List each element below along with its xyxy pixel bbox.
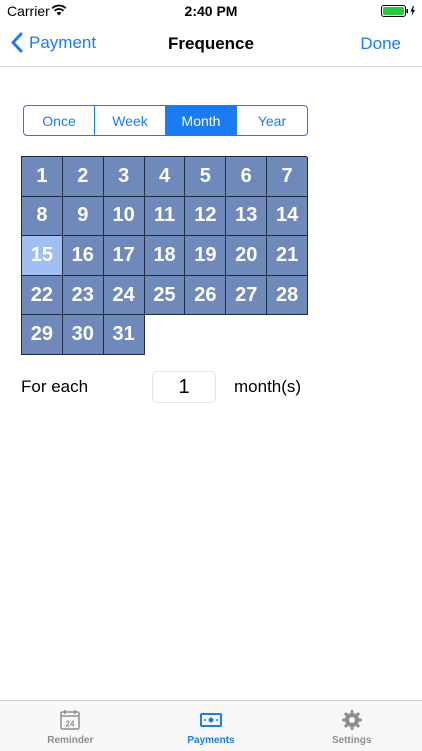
day-cell-15[interactable]: 15 xyxy=(22,236,63,276)
tab-label-reminder: Reminder xyxy=(47,735,94,746)
day-cell-1[interactable]: 1 xyxy=(22,157,63,197)
day-cell-31[interactable]: 31 xyxy=(103,315,145,355)
interval-prefix-label: For each xyxy=(21,377,89,396)
interval-unit-label: month(s) xyxy=(234,377,302,396)
day-cell-7[interactable]: 7 xyxy=(267,157,309,197)
day-cell-10[interactable]: 10 xyxy=(103,196,145,237)
day-cell-2[interactable]: 2 xyxy=(62,157,104,197)
money-icon xyxy=(200,713,222,727)
day-cell-4[interactable]: 4 xyxy=(144,157,186,197)
interval-input[interactable]: 1 xyxy=(152,371,216,403)
day-cell-6[interactable]: 6 xyxy=(226,157,268,197)
frequency-segmented-control: Once Week Month Year xyxy=(23,105,308,136)
tab-label-payments: Payments xyxy=(187,735,235,746)
segment-once[interactable]: Once xyxy=(24,106,95,135)
done-button[interactable]: Done xyxy=(360,34,401,54)
battery-icon xyxy=(381,5,415,17)
day-cell-20[interactable]: 20 xyxy=(226,236,268,276)
navigation-bar: Payment Frequence Done xyxy=(0,22,422,67)
day-cell-12[interactable]: 12 xyxy=(185,196,227,237)
tab-reminder[interactable]: 24 Reminder xyxy=(0,701,141,751)
page-title: Frequence xyxy=(168,34,254,53)
segment-month[interactable]: Month xyxy=(166,106,237,135)
day-cell-13[interactable]: 13 xyxy=(226,196,268,237)
tab-label-settings: Settings xyxy=(331,735,372,746)
day-cell-28[interactable]: 28 xyxy=(267,275,309,316)
tab-settings[interactable]: Settings xyxy=(281,701,422,751)
day-cell-8[interactable]: 8 xyxy=(22,196,63,237)
day-cell-22[interactable]: 22 xyxy=(22,275,63,316)
day-cell-17[interactable]: 17 xyxy=(103,236,145,276)
day-cell-30[interactable]: 30 xyxy=(62,315,104,355)
segment-year[interactable]: Year xyxy=(237,106,307,135)
day-of-month-grid: 1 2 3 4 5 6 7 8 9 10 11 12 13 14 15 16 17 18 19 20 21 22 23 24 2… xyxy=(21,156,309,355)
day-cell-14[interactable]: 14 xyxy=(267,196,309,237)
day-cell-18[interactable]: 18 xyxy=(144,236,186,276)
gear-icon xyxy=(341,710,362,730)
calendar-icon: 24 xyxy=(60,710,81,730)
day-cell-3[interactable]: 3 xyxy=(103,157,145,197)
day-cell-23[interactable]: 23 xyxy=(62,275,104,316)
day-cell-16[interactable]: 16 xyxy=(62,236,104,276)
day-cell-27[interactable]: 27 xyxy=(226,275,268,316)
day-cell-19[interactable]: 19 xyxy=(185,236,227,276)
day-cell-9[interactable]: 9 xyxy=(62,196,104,237)
day-cell-26[interactable]: 26 xyxy=(185,275,227,316)
day-cell-5[interactable]: 5 xyxy=(185,157,227,197)
tab-payments[interactable]: Payments xyxy=(141,701,282,751)
day-cell-29[interactable]: 29 xyxy=(22,315,63,355)
status-bar: Carrier 2:40 PM xyxy=(0,0,422,22)
day-cell-11[interactable]: 11 xyxy=(144,196,186,237)
status-time: 2:40 PM xyxy=(184,3,238,19)
tab-bar: 24 Reminder Payments Settings xyxy=(0,700,422,751)
calendar-icon-number: 24 xyxy=(66,720,75,729)
segment-week[interactable]: Week xyxy=(95,106,166,135)
day-cell-25[interactable]: 25 xyxy=(144,275,186,316)
day-cell-21[interactable]: 21 xyxy=(267,236,309,276)
day-cell-24[interactable]: 24 xyxy=(103,275,145,316)
